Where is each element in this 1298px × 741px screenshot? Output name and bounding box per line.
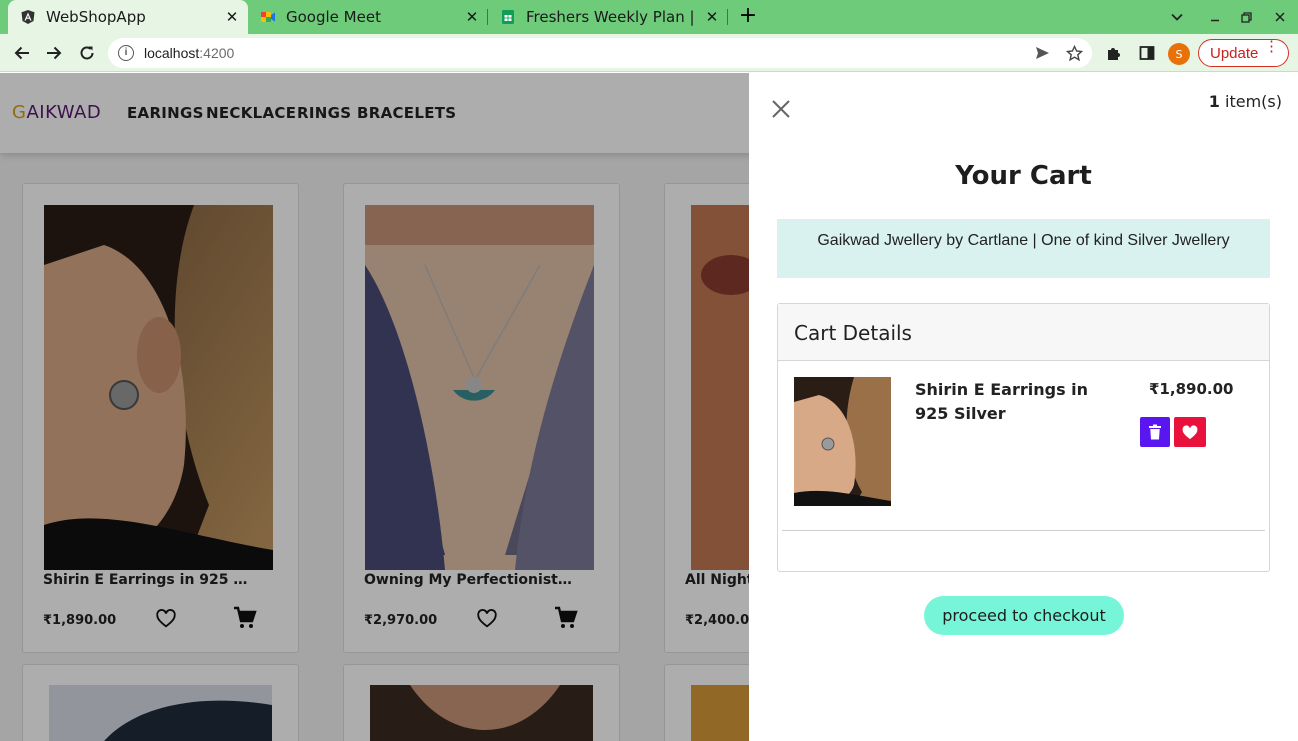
- cart-details-heading: Cart Details: [778, 304, 1269, 361]
- url-host: localhost: [144, 45, 200, 61]
- bookmark-star-icon[interactable]: [1062, 38, 1086, 68]
- proceed-to-checkout-button[interactable]: proceed to checkout: [924, 596, 1124, 635]
- remove-item-button[interactable]: [1140, 417, 1170, 447]
- tab-title: WebShopApp: [46, 8, 146, 26]
- tab-search-icon[interactable]: [1160, 0, 1194, 34]
- minimize-icon[interactable]: [1198, 0, 1232, 34]
- tab-title: Freshers Weekly Plan | Sha: [526, 8, 700, 26]
- google-sheets-icon: [500, 9, 516, 25]
- google-meet-icon: [260, 9, 276, 25]
- more-menu-icon[interactable]: ⋮: [1264, 39, 1279, 54]
- close-tab-icon[interactable]: ✕: [700, 8, 724, 26]
- cart-drawer: 1 item(s) Your Cart Gaikwad Jwellery by …: [749, 73, 1298, 741]
- side-panel-icon[interactable]: [1135, 41, 1159, 65]
- new-tab-button[interactable]: +: [736, 4, 760, 30]
- cart-title: Your Cart: [955, 161, 1092, 191]
- cart-item-name[interactable]: Shirin E Earrings in 925 Silver: [915, 378, 1105, 426]
- cart-details-panel: Cart Details Shirin E Earrings in 925 Si…: [777, 303, 1270, 572]
- url-port: :4200: [199, 45, 235, 61]
- back-arrow-icon[interactable]: [10, 41, 34, 65]
- tab-freshers-plan[interactable]: Freshers Weekly Plan | Sha ✕: [488, 0, 728, 34]
- site-info-icon[interactable]: i: [118, 45, 134, 61]
- close-icon[interactable]: [769, 97, 793, 121]
- address-bar[interactable]: i localhost:4200: [108, 38, 1092, 68]
- close-tab-icon[interactable]: ✕: [460, 8, 484, 26]
- tab-google-meet[interactable]: Google Meet ✕: [248, 0, 488, 34]
- update-button[interactable]: Update ⋮: [1198, 39, 1289, 67]
- cart-item-count: 1 item(s): [1208, 92, 1282, 111]
- reload-icon[interactable]: [75, 41, 99, 65]
- update-label: Update: [1210, 44, 1259, 62]
- cart-item-price: ₹1,890.00: [1149, 380, 1234, 398]
- angular-icon: [20, 9, 36, 25]
- browser-tabstrip: WebShopApp ✕ Google Meet ✕ Freshers Week…: [0, 0, 1298, 34]
- tab-separator: [727, 9, 728, 25]
- tab-webshopapp[interactable]: WebShopApp ✕: [8, 0, 248, 34]
- heart-icon: [1182, 424, 1198, 439]
- trash-icon: [1149, 424, 1161, 440]
- browser-toolbar: i localhost:4200 S Update ⋮: [0, 34, 1298, 72]
- profile-avatar[interactable]: S: [1168, 43, 1190, 65]
- send-icon[interactable]: [1030, 38, 1054, 68]
- tab-title: Google Meet: [286, 8, 381, 26]
- cart-item-image: [794, 377, 891, 506]
- store-banner: Gaikwad Jwellery by Cartlane | One of ki…: [777, 219, 1270, 278]
- extensions-puzzle-icon[interactable]: [1102, 41, 1126, 65]
- divider: [782, 530, 1265, 531]
- wishlist-button[interactable]: [1174, 417, 1206, 447]
- close-tab-icon[interactable]: ✕: [220, 8, 244, 26]
- modal-backdrop[interactable]: [0, 73, 749, 741]
- close-window-icon[interactable]: [1263, 0, 1297, 34]
- forward-arrow-icon[interactable]: [42, 41, 66, 65]
- restore-icon[interactable]: [1229, 0, 1263, 34]
